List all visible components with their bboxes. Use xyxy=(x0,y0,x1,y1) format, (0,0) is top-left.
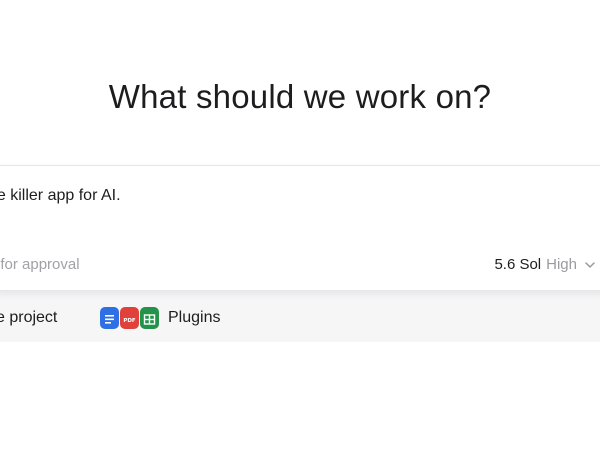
pdf-icon: PDF xyxy=(120,307,139,329)
plugins-label: Plugins xyxy=(168,309,221,326)
page-heading: What should we work on? xyxy=(108,78,492,115)
model-name: 5.6 Sol xyxy=(494,256,542,273)
project-selector[interactable]: e project xyxy=(0,309,57,327)
sheets-icon xyxy=(140,307,159,329)
model-selector[interactable]: 5.6 Sol High xyxy=(494,256,596,273)
svg-text:PDF: PDF xyxy=(123,318,136,324)
plugins-button[interactable]: PDF Plugins xyxy=(100,305,220,331)
composer-footer-bar xyxy=(0,286,600,342)
approval-mode-button[interactable]: t for approval xyxy=(0,256,80,273)
docs-icon xyxy=(100,307,119,329)
chevron-down-icon xyxy=(585,261,595,268)
prompt-input-text[interactable]: he killer app for AI. xyxy=(0,187,121,205)
effort-level: High xyxy=(546,256,577,273)
